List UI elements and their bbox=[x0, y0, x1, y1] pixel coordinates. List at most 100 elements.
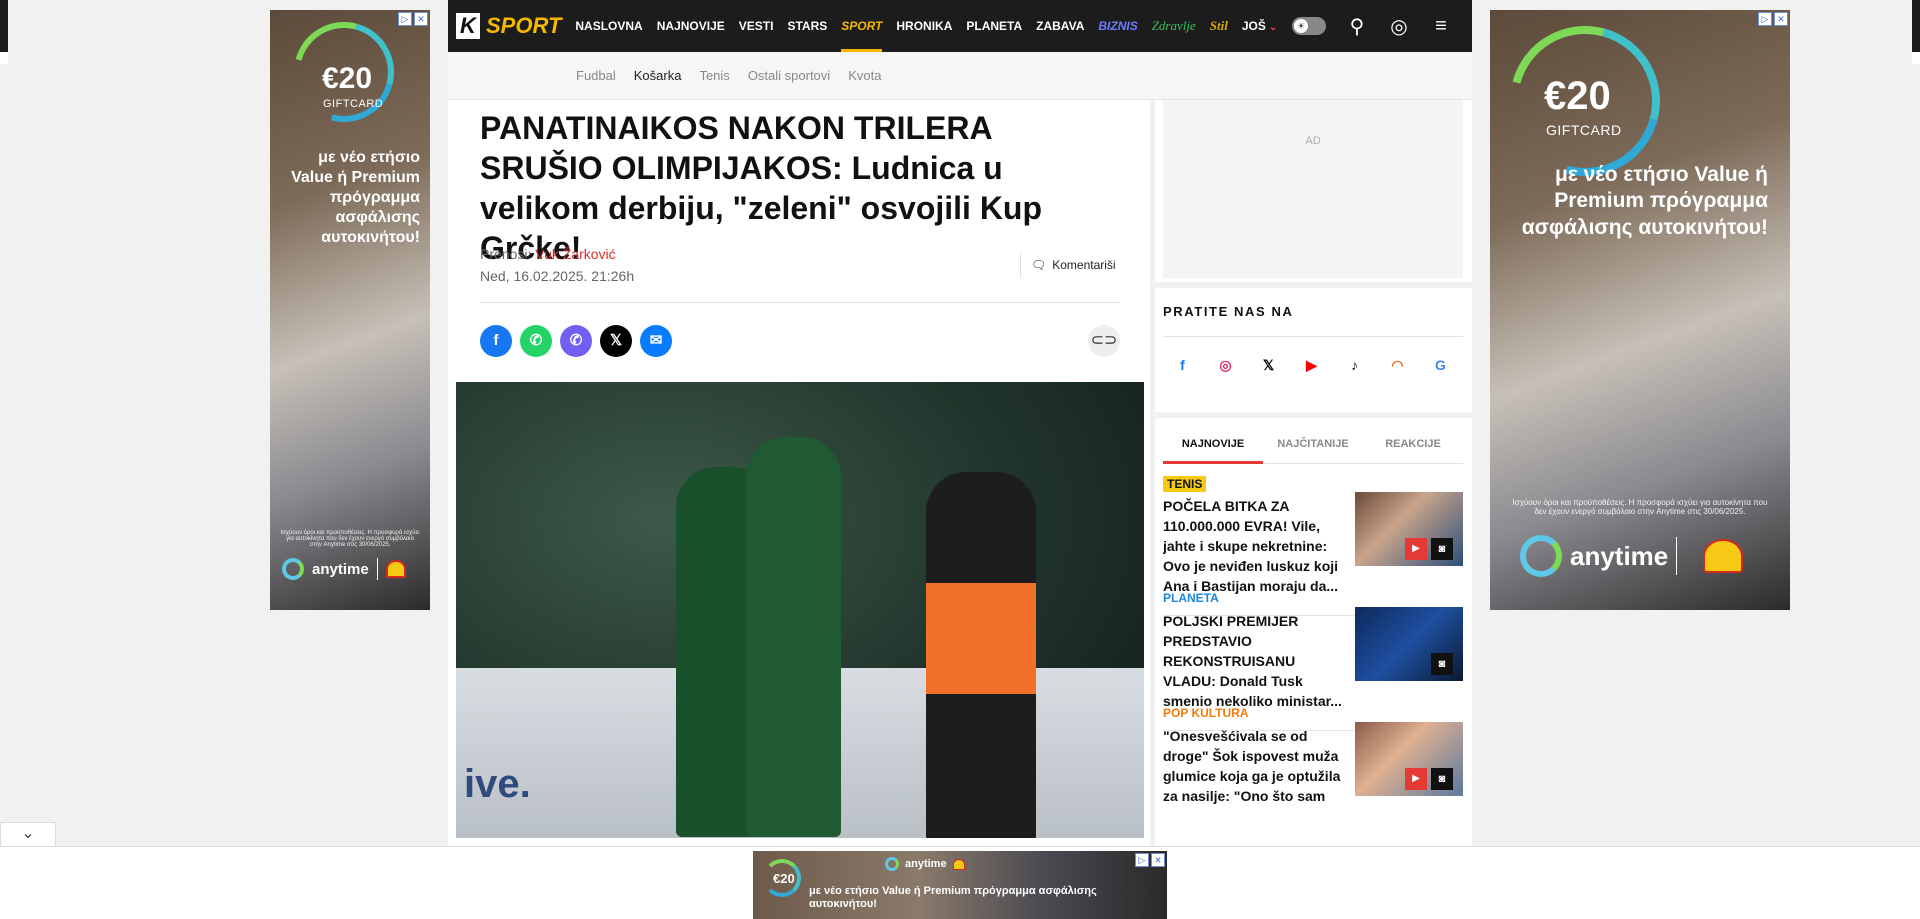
nav-item-stil[interactable]: Stil bbox=[1210, 0, 1228, 52]
play-icon: ▶ bbox=[1405, 538, 1427, 560]
ad-promo-text: με νέο ετήσιο Value ή Premium πρόγραμμα … bbox=[291, 149, 420, 246]
tab-najcitanije[interactable]: NAJČITANIJE bbox=[1263, 424, 1363, 463]
ad-brand-row: anytime bbox=[282, 558, 406, 580]
share-buttons: f ✆ ✆ 𝕏 ✉ bbox=[480, 325, 672, 357]
main-nav: NASLOVNA NAJNOVIJE VESTI STARS SPORT HRO… bbox=[575, 0, 1291, 52]
follow-icons: f ◎ 𝕏 ▶ ♪ ◠ G bbox=[1173, 356, 1450, 375]
facebook-icon[interactable]: f bbox=[480, 325, 512, 357]
ad-brand-row: anytime bbox=[1520, 535, 1744, 577]
anytime-brand: anytime bbox=[312, 560, 369, 578]
viber-icon[interactable]: ✆ bbox=[560, 325, 592, 357]
photo-referee bbox=[926, 472, 1036, 838]
subnav-item-fudbal[interactable]: Fudbal bbox=[576, 68, 616, 83]
ad-close-icon[interactable]: ✕ bbox=[1151, 853, 1165, 867]
news-thumbnail[interactable]: ▶ ◙ bbox=[1355, 492, 1463, 566]
nav-item-zabava[interactable]: ZABAVA bbox=[1036, 0, 1084, 52]
search-icon[interactable]: ⚲ bbox=[1346, 14, 1368, 39]
tab-reakcije[interactable]: REAKCIJE bbox=[1363, 424, 1463, 463]
nav-item-stars[interactable]: STARS bbox=[787, 0, 827, 52]
article-date: Ned, 16.02.2025. 21:26h bbox=[480, 268, 635, 284]
facebook-icon[interactable]: f bbox=[1173, 356, 1192, 375]
ad-promo-text: με νέο ετήσιο Value ή Premium πρόγραμμα … bbox=[809, 885, 1097, 910]
logo-k: K bbox=[456, 13, 480, 39]
article-byline: Prenosi: Vuk Žarković bbox=[480, 246, 616, 262]
subnav-item-kosarka[interactable]: Košarka bbox=[634, 68, 682, 83]
tiktok-icon[interactable]: ♪ bbox=[1345, 356, 1364, 375]
ad-fine-print: Ισχύουν όροι και προϋποθέσεις. Η προσφορ… bbox=[280, 530, 420, 548]
subnav-item-ostali-sportovi[interactable]: Ostali sportovi bbox=[748, 68, 830, 83]
subnav-item-kvota[interactable]: Kvota bbox=[848, 68, 881, 83]
news-thumbnail[interactable]: ▶ ◙ bbox=[1355, 722, 1463, 796]
x-icon[interactable]: 𝕏 bbox=[600, 325, 632, 357]
ad-divider bbox=[1676, 537, 1678, 575]
header-tools: ☀ ⚲ ◎ ≡ bbox=[1292, 0, 1452, 52]
news-item[interactable]: POP KULTURA "Onesvešćivala se od droge" Š… bbox=[1163, 706, 1463, 846]
ad-fine-print: Ισχύουν όροι και προϋποθέσεις. Η προσφορ… bbox=[1512, 498, 1768, 516]
instagram-icon[interactable]: ◎ bbox=[1216, 356, 1235, 375]
news-headline[interactable]: POČELA BITKA ZA 110.000.000 EVRA! Vile, … bbox=[1163, 496, 1343, 596]
follow-us-box: PRATITE NAS NA f ◎ 𝕏 ▶ ♪ ◠ G bbox=[1155, 288, 1472, 412]
subnav-item-tenis[interactable]: Tenis bbox=[699, 68, 729, 83]
ad-badge[interactable]: ▷ ✕ bbox=[1135, 853, 1165, 867]
article-title: PANATINAIKOS NAKON TRILERA SRUŠIO OLIMPI… bbox=[480, 110, 1043, 266]
messenger-icon[interactable]: ✉ bbox=[640, 325, 672, 357]
nav-item-najnovije[interactable]: NAJNOVIJE bbox=[657, 0, 725, 52]
nav-item-planeta[interactable]: PLANETA bbox=[966, 0, 1022, 52]
logo-sport: SPORT bbox=[486, 13, 562, 38]
site-logo[interactable]: K SPORT bbox=[456, 6, 561, 46]
shell-logo-icon bbox=[1703, 539, 1744, 573]
account-icon[interactable]: ◎ bbox=[1388, 14, 1410, 39]
whatsapp-icon[interactable]: ✆ bbox=[520, 325, 552, 357]
tab-najnovije[interactable]: NAJNOVIJE bbox=[1163, 424, 1263, 464]
article-photo[interactable]: ive. bbox=[456, 382, 1144, 838]
header-bg-left bbox=[0, 0, 8, 52]
ad-badge[interactable]: ▷ ✕ bbox=[1758, 12, 1788, 26]
news-thumbnail[interactable]: ◙ bbox=[1355, 607, 1463, 681]
news-category[interactable]: PLANETA bbox=[1163, 591, 1219, 605]
bottom-banner-ad[interactable]: ▷ ✕ €20 anytime με νέο ετήσιο Value ή Pr… bbox=[753, 851, 1167, 919]
google-news-icon[interactable]: G bbox=[1431, 356, 1450, 375]
nav-item-naslovna[interactable]: NASLOVNA bbox=[575, 0, 642, 52]
nav-item-zdravlje[interactable]: Zdravlje bbox=[1152, 0, 1196, 52]
nav-item-sport[interactable]: SPORT bbox=[841, 0, 883, 52]
news-category[interactable]: POP KULTURA bbox=[1163, 706, 1249, 720]
news-headline[interactable]: "Onesvešćivala se od droge" Šok ispovest… bbox=[1163, 726, 1343, 826]
x-icon[interactable]: 𝕏 bbox=[1259, 356, 1278, 375]
news-headline[interactable]: POLJSKI PREMIJER PREDSTAVIO REKONSTRUISA… bbox=[1163, 611, 1343, 711]
play-icon: ▶ bbox=[1405, 768, 1427, 790]
shell-logo-icon bbox=[385, 560, 406, 578]
header-bg-right bbox=[1912, 0, 1920, 52]
nav-item-vesti[interactable]: VESTI bbox=[739, 0, 774, 52]
article: PANATINAIKOS NAKON TRILERA SRUŠIO OLIMPI… bbox=[448, 100, 1150, 846]
sidebar-ad-placeholder[interactable]: AD bbox=[1163, 100, 1463, 278]
nav-item-hronika[interactable]: HRONIKA bbox=[896, 0, 952, 52]
sport-subnav: Fudbal Košarka Tenis Ostali sportovi Kvo… bbox=[448, 52, 1472, 100]
ad-close-icon[interactable]: ✕ bbox=[414, 12, 428, 26]
anytime-logo-icon bbox=[885, 857, 899, 871]
page-strip-left bbox=[0, 52, 8, 64]
shell-logo-icon bbox=[952, 858, 965, 870]
ad-badge[interactable]: ▷ ✕ bbox=[398, 12, 428, 26]
collapse-ad-button[interactable]: ⌄ bbox=[0, 822, 56, 846]
comment-button[interactable]: 🗨 Komentariši bbox=[1020, 253, 1116, 277]
ad-info-icon[interactable]: ▷ bbox=[1758, 12, 1772, 26]
comment-label: Komentariši bbox=[1052, 258, 1116, 272]
chevron-down-icon: ⌄ bbox=[21, 825, 35, 842]
rss-icon[interactable]: ◠ bbox=[1388, 356, 1407, 375]
copy-link-icon[interactable]: ⊂⊃ bbox=[1088, 325, 1120, 357]
ad-info-icon[interactable]: ▷ bbox=[1135, 853, 1149, 867]
news-category[interactable]: TENIS bbox=[1163, 476, 1207, 492]
gift-amount: €20 bbox=[1544, 74, 1611, 118]
nav-item-biznis[interactable]: BIZNIS bbox=[1098, 0, 1137, 52]
youtube-icon[interactable]: ▶ bbox=[1302, 356, 1321, 375]
ad-close-icon[interactable]: ✕ bbox=[1774, 12, 1788, 26]
menu-icon[interactable]: ≡ bbox=[1430, 15, 1452, 38]
author-link[interactable]: Vuk Žarković bbox=[535, 246, 615, 262]
right-side-ad[interactable]: ▷ ✕ €20 GIFTCARD με νέο ετήσιο Value ή P… bbox=[1490, 10, 1790, 610]
ad-info-icon[interactable]: ▷ bbox=[398, 12, 412, 26]
page-strip-right bbox=[1912, 52, 1920, 64]
photo-watermark: ive. bbox=[464, 762, 531, 806]
nav-item-jos[interactable]: JOŠ ⌄ bbox=[1242, 0, 1277, 52]
theme-toggle[interactable]: ☀ bbox=[1292, 17, 1326, 35]
left-side-ad[interactable]: ▷ ✕ €20 GIFTCARD με νέο ετήσιο Value ή P… bbox=[270, 10, 430, 610]
